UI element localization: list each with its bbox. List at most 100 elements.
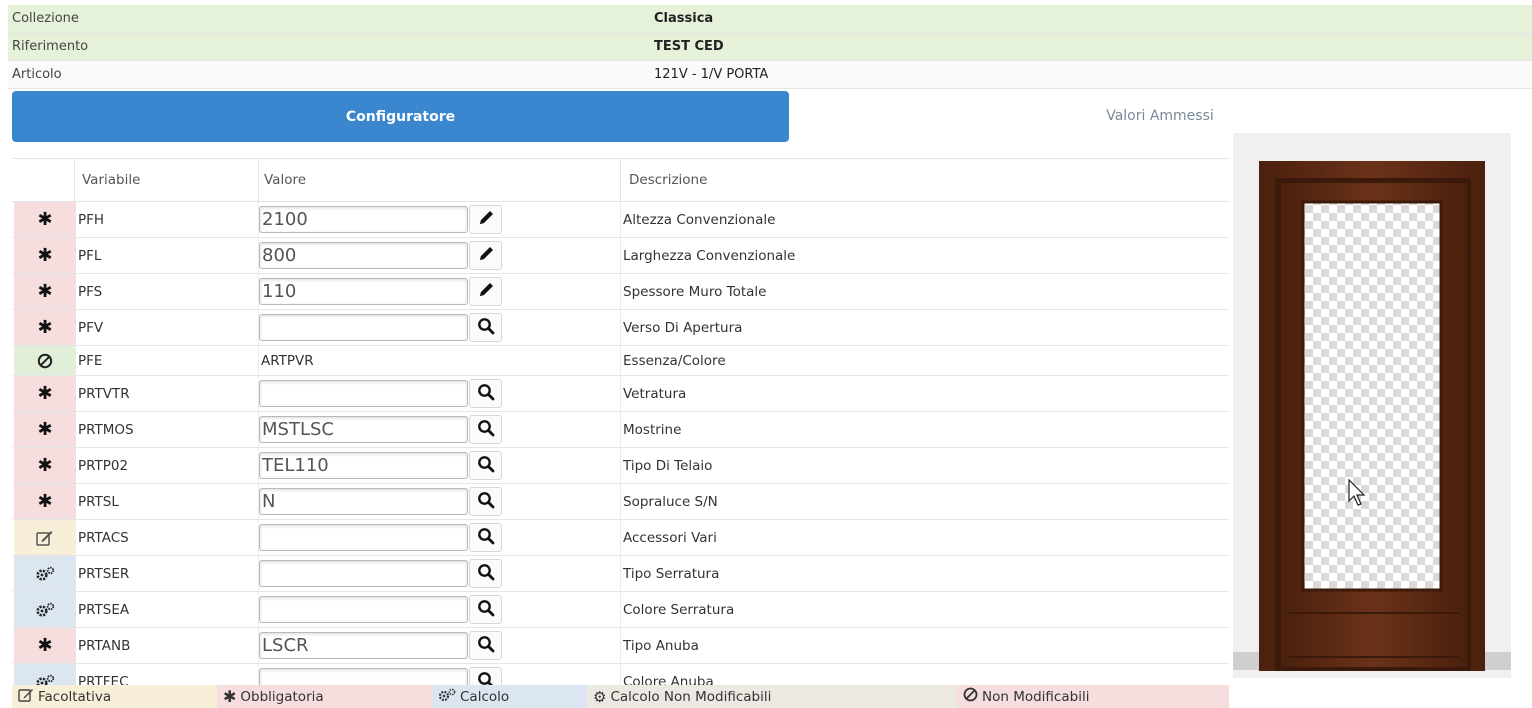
search-value-button[interactable] (469, 451, 502, 480)
search-icon (477, 419, 495, 441)
search-value-button[interactable] (469, 631, 502, 660)
value-input[interactable]: TEL110 (259, 452, 468, 479)
pencil-icon (477, 209, 495, 231)
value-input[interactable]: N (259, 488, 468, 515)
value-cell: 110 (259, 274, 619, 309)
column-valore[interactable]: Valore (264, 172, 306, 188)
search-icon (477, 527, 495, 549)
value-input[interactable] (259, 596, 468, 623)
asterisk-icon: ✱ (14, 448, 76, 483)
variable-name: PFS (78, 283, 103, 300)
table-row: PFE ARTPVR Essenza/Colore (12, 346, 1229, 376)
value-cell (259, 376, 619, 411)
asterisk-icon: ✱ (14, 628, 76, 663)
asterisk-icon: ✱ (14, 376, 76, 411)
articolo-value: 121V - 1/V PORTA (654, 67, 769, 82)
variable-name: PFL (78, 247, 102, 264)
variable-name: PRTVTR (78, 385, 130, 402)
collezione-row: Collezione Classica (8, 5, 1532, 33)
table-row: ✱ PRTMOS MSTLSC Mostrine (12, 412, 1229, 448)
ban-icon (963, 687, 978, 706)
edit-value-button[interactable] (469, 241, 502, 270)
search-icon (477, 491, 495, 513)
description: Mostrine (623, 421, 682, 438)
variable-name: PRTMOS (78, 421, 134, 438)
variable-name: PRTACS (78, 529, 129, 546)
collezione-label: Collezione (12, 11, 79, 26)
description: Colore Serratura (623, 601, 735, 618)
legend: Facoltativa ✱ Obbligatoria Calcolo ⚙ Cal… (12, 685, 1229, 708)
search-value-button[interactable] (469, 595, 502, 624)
legend-obbligatoria-label: Obbligatoria (240, 688, 324, 705)
value-input[interactable]: LSCR (259, 632, 468, 659)
search-value-button[interactable] (469, 523, 502, 552)
tab-configuratore[interactable]: Configuratore (12, 91, 789, 142)
edit-value-button[interactable] (469, 205, 502, 234)
value-input[interactable]: MSTLSC (259, 416, 468, 443)
description: Sopraluce S/N (623, 493, 718, 510)
description: Larghezza Convenzionale (623, 247, 796, 264)
legend-non-modificabili-label: Non Modificabili (982, 688, 1090, 705)
edit-icon (18, 688, 34, 706)
value-cell (259, 520, 619, 555)
articolo-label: Articolo (12, 67, 62, 82)
ban-icon (14, 346, 76, 375)
column-variabile[interactable]: Variabile (82, 172, 140, 188)
value-input[interactable] (259, 380, 468, 407)
asterisk-icon: ✱ (14, 310, 76, 345)
legend-calcolo-non-modificabili: ⚙ Calcolo Non Modificabili (587, 685, 957, 708)
table-row: ✱ PRTSL N Sopraluce S/N (12, 484, 1229, 520)
asterisk-icon: ✱ (14, 412, 76, 447)
table-row: PRTACS Accessori Vari (12, 520, 1229, 556)
value-readonly: ARTPVR (261, 352, 314, 369)
table-row: ✱ PRTP02 TEL110 Tipo Di Telaio (12, 448, 1229, 484)
variable-name: PRTP02 (78, 457, 129, 474)
tab-valori-ammessi[interactable]: Valori Ammessi (1050, 108, 1270, 124)
cogs-icon (438, 688, 456, 706)
grid-header: Variabile Valore Descrizione (12, 158, 1229, 202)
table-row: ✱ PFV Verso Di Apertura (12, 310, 1229, 346)
table-row: ✱ PFS 110 Spessore Muro Totale (12, 274, 1229, 310)
edit-value-button[interactable] (469, 277, 502, 306)
articolo-row: Articolo 121V - 1/V PORTA (8, 61, 1532, 89)
value-input[interactable]: 2100 (259, 206, 468, 233)
variables-grid: Variabile Valore Descrizione ✱ PFH 2100 Alt… (12, 158, 1229, 700)
value-input[interactable]: 800 (259, 242, 468, 269)
description: Altezza Convenzionale (623, 211, 776, 228)
cogs-icon (14, 556, 76, 591)
search-value-button[interactable] (469, 487, 502, 516)
asterisk-icon: ✱ (14, 484, 76, 519)
table-row: ✱ PRTANB LSCR Tipo Anuba (12, 628, 1229, 664)
description: Tipo Anuba (623, 637, 699, 654)
search-value-button[interactable] (469, 379, 502, 408)
search-value-button[interactable] (469, 559, 502, 588)
variable-name: PFE (78, 352, 103, 369)
search-icon (477, 383, 495, 405)
value-cell: ARTPVR (259, 346, 619, 375)
description: Spessore Muro Totale (623, 283, 767, 300)
asterisk-icon: ✱ (14, 238, 76, 273)
column-descrizione[interactable]: Descrizione (629, 172, 707, 188)
grid-body: ✱ PFH 2100 Altezza Convenzionale ✱ PFL 800 Larg… (12, 202, 1229, 700)
value-cell: 2100 (259, 202, 619, 237)
description: Verso Di Apertura (623, 319, 743, 336)
edit-icon (14, 520, 76, 555)
legend-facoltativa: Facoltativa (12, 685, 217, 708)
search-value-button[interactable] (469, 415, 502, 444)
legend-calcolo-label: Calcolo (460, 688, 510, 705)
legend-facoltativa-label: Facoltativa (38, 688, 112, 705)
search-icon (477, 635, 495, 657)
value-cell (259, 310, 619, 345)
value-cell: MSTLSC (259, 412, 619, 447)
table-row: ✱ PFL 800 Larghezza Convenzionale (12, 238, 1229, 274)
cogs-icon (14, 592, 76, 627)
value-input[interactable] (259, 560, 468, 587)
description: Tipo Di Telaio (623, 457, 713, 474)
search-value-button[interactable] (469, 313, 502, 342)
value-input[interactable] (259, 524, 468, 551)
description: Vetratura (623, 385, 687, 402)
value-input[interactable] (259, 314, 468, 341)
table-row: PRTSEA Colore Serratura (12, 592, 1229, 628)
value-input[interactable]: 110 (259, 278, 468, 305)
gear-icon: ⚙ (593, 687, 607, 706)
